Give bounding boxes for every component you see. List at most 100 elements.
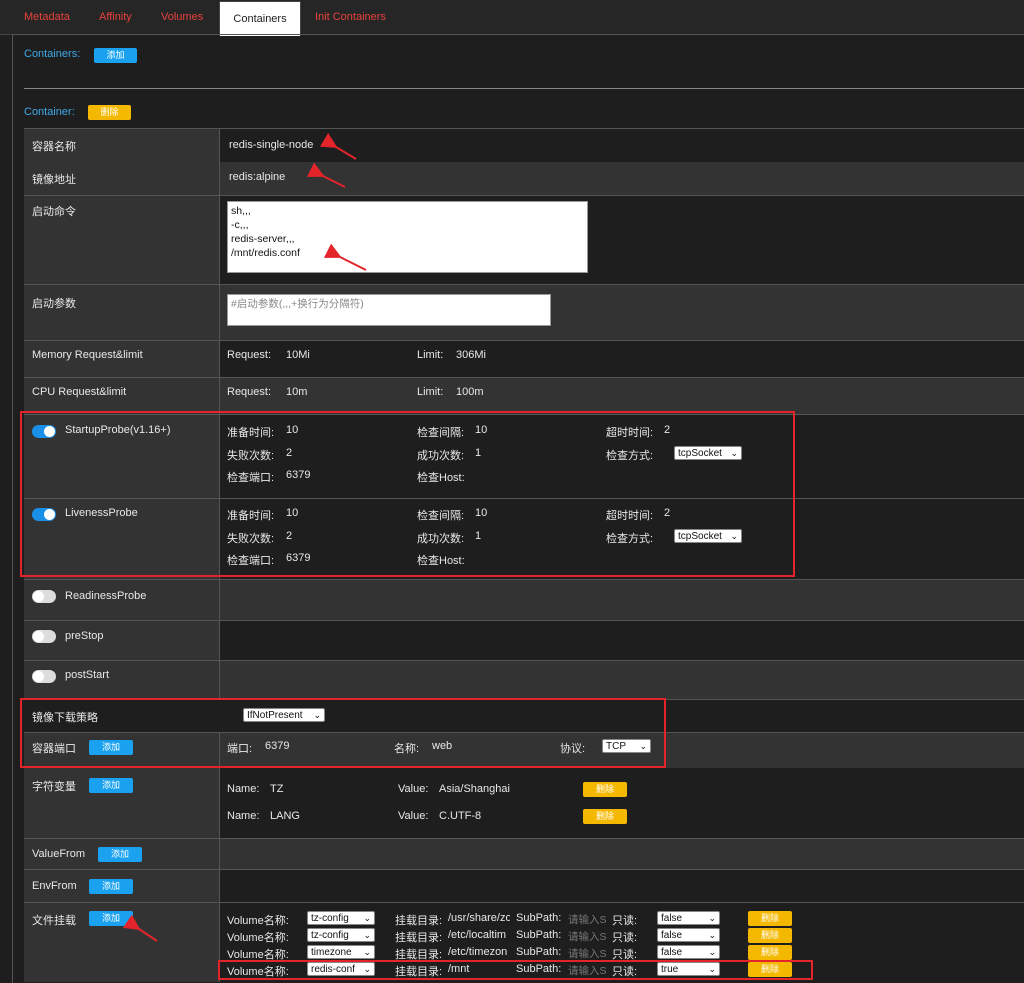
tab-bar: Metadata Affinity Volumes Containers Ini…	[0, 0, 1024, 36]
liveness-initial-delay[interactable]: 10	[286, 507, 298, 519]
tab-init-containers[interactable]: Init Containers	[315, 0, 386, 34]
env-name[interactable]: LANG	[270, 810, 300, 822]
startup-failure[interactable]: 2	[286, 447, 292, 459]
tab-containers[interactable]: Containers	[219, 1, 301, 36]
cpu-limit-value[interactable]: 100m	[456, 386, 484, 398]
liveness-port[interactable]: 6379	[286, 552, 310, 564]
add-container-button[interactable]: 添加	[94, 48, 137, 63]
startup-initial-delay[interactable]: 10	[286, 424, 298, 436]
mount-volume-label: Volume名称:	[227, 932, 289, 944]
ports-label: 容器端口	[32, 743, 76, 755]
delete-mount-button[interactable]: 删除	[748, 962, 792, 977]
delete-mount-button[interactable]: 删除	[748, 945, 792, 960]
startup-method-select[interactable]: tcpSocket ⌄	[674, 446, 742, 460]
add-value-from-button[interactable]: 添加	[98, 847, 142, 862]
startup-success[interactable]: 1	[475, 447, 481, 459]
liveness-probe-toggle[interactable]	[32, 508, 56, 521]
env-value[interactable]: C.UTF-8	[439, 810, 481, 822]
chevron-down-icon: ⌄	[363, 930, 371, 940]
liveness-method-label: 检查方式:	[606, 533, 654, 545]
mount-subpath-input[interactable]: 请输入S	[568, 963, 606, 978]
liveness-period-label: 检查间隔:	[417, 510, 465, 522]
mount-subpath-input[interactable]: 请输入S	[568, 912, 606, 927]
liveness-period[interactable]: 10	[475, 507, 487, 519]
mount-readonly-select[interactable]: false ⌄	[657, 928, 720, 942]
mount-volume-label: Volume名称:	[227, 966, 289, 978]
tab-affinity[interactable]: Affinity	[99, 0, 132, 34]
pull-policy-select[interactable]: IfNotPresent ⌄	[243, 708, 325, 722]
image-value[interactable]: redis:alpine	[229, 171, 285, 183]
port-protocol-select[interactable]: TCP ⌄	[602, 739, 651, 753]
cpu-request-value[interactable]: 10m	[286, 386, 307, 398]
mount-readonly-select[interactable]: false ⌄	[657, 945, 720, 959]
delete-env-button[interactable]: 删除	[583, 809, 627, 824]
tab-metadata[interactable]: Metadata	[24, 0, 70, 34]
mount-path[interactable]: /etc/timezon	[448, 946, 510, 958]
prestop-toggle[interactable]	[32, 630, 56, 643]
liveness-success-label: 成功次数:	[417, 533, 465, 545]
mount-path[interactable]: /usr/share/zo	[448, 912, 510, 924]
delete-mount-button[interactable]: 删除	[748, 911, 792, 926]
env-value[interactable]: Asia/Shanghai	[439, 783, 510, 795]
add-env-button[interactable]: 添加	[89, 778, 133, 793]
startup-port[interactable]: 6379	[286, 469, 310, 481]
cpu-label: CPU Request&limit	[32, 386, 127, 398]
command-label: 启动命令	[32, 206, 76, 218]
chevron-down-icon: ⌄	[363, 947, 371, 957]
mount-readonly-select[interactable]: true ⌄	[657, 962, 720, 976]
mount-volume-select[interactable]: tz-config ⌄	[307, 911, 375, 925]
mount-path[interactable]: /mnt	[448, 963, 510, 975]
delete-mount-button[interactable]: 删除	[748, 928, 792, 943]
startup-probe-toggle[interactable]	[32, 425, 56, 438]
delete-env-button[interactable]: 删除	[583, 782, 627, 797]
liveness-timeout[interactable]: 2	[664, 507, 670, 519]
mount-subpath-label: SubPath:	[516, 963, 562, 975]
row-env	[24, 768, 1024, 839]
startup-method-label: 检查方式:	[606, 450, 654, 462]
memory-request-value[interactable]: 10Mi	[286, 349, 310, 361]
chevron-down-icon: ⌄	[730, 531, 738, 541]
mount-volume-select[interactable]: timezone ⌄	[307, 945, 375, 959]
delete-container-button[interactable]: 删除	[88, 105, 131, 120]
memory-limit-value[interactable]: 306Mi	[456, 349, 486, 361]
mount-volume-select[interactable]: redis-conf ⌄	[307, 962, 375, 976]
env-name[interactable]: TZ	[270, 783, 283, 795]
command-textarea[interactable]: sh,,, -c,,, redis-server,,, /mnt/redis.c…	[227, 201, 588, 273]
mount-subpath-label: SubPath:	[516, 929, 562, 941]
chevron-down-icon: ⌄	[708, 930, 716, 940]
mount-readonly-label: 只读:	[612, 949, 638, 961]
add-env-from-button[interactable]: 添加	[89, 879, 133, 894]
mount-path-label: 挂载目录:	[395, 949, 443, 961]
startup-period[interactable]: 10	[475, 424, 487, 436]
memory-limit-label: Limit:	[417, 349, 444, 361]
mount-subpath-input[interactable]: 请输入S	[568, 946, 606, 961]
startup-timeout[interactable]: 2	[664, 424, 670, 436]
liveness-success[interactable]: 1	[475, 530, 481, 542]
mount-volume-select[interactable]: tz-config ⌄	[307, 928, 375, 942]
env-label: 字符变量	[32, 781, 76, 793]
mount-readonly-select[interactable]: false ⌄	[657, 911, 720, 925]
chevron-down-icon: ⌄	[363, 913, 371, 923]
env-from-label: EnvFrom	[32, 880, 77, 892]
value-from-label: ValueFrom	[32, 848, 85, 860]
mount-subpath-input[interactable]: 请输入S	[568, 929, 606, 944]
args-textarea[interactable]: #启动参数(,,,+换行为分隔符)	[227, 294, 551, 326]
tab-volumes[interactable]: Volumes	[161, 0, 203, 34]
liveness-port-label: 检查端口:	[227, 555, 275, 567]
mount-readonly-label: 只读:	[612, 915, 638, 927]
chevron-down-icon: ⌄	[708, 947, 716, 957]
liveness-probe-label: LivenessProbe	[65, 507, 138, 519]
mount-path[interactable]: /etc/localtim	[448, 929, 510, 941]
liveness-method-select[interactable]: tcpSocket ⌄	[674, 529, 742, 543]
port-name[interactable]: web	[432, 740, 452, 752]
readiness-probe-toggle[interactable]	[32, 590, 56, 603]
row-value-from	[24, 839, 1024, 870]
mount-readonly-label: 只读:	[612, 966, 638, 978]
container-name-value[interactable]: redis-single-node	[229, 139, 313, 151]
add-mount-button[interactable]: 添加	[89, 911, 133, 926]
liveness-failure[interactable]: 2	[286, 530, 292, 542]
port-number[interactable]: 6379	[265, 740, 289, 752]
chevron-down-icon: ⌄	[708, 913, 716, 923]
poststart-toggle[interactable]	[32, 670, 56, 683]
add-port-button[interactable]: 添加	[89, 740, 133, 755]
